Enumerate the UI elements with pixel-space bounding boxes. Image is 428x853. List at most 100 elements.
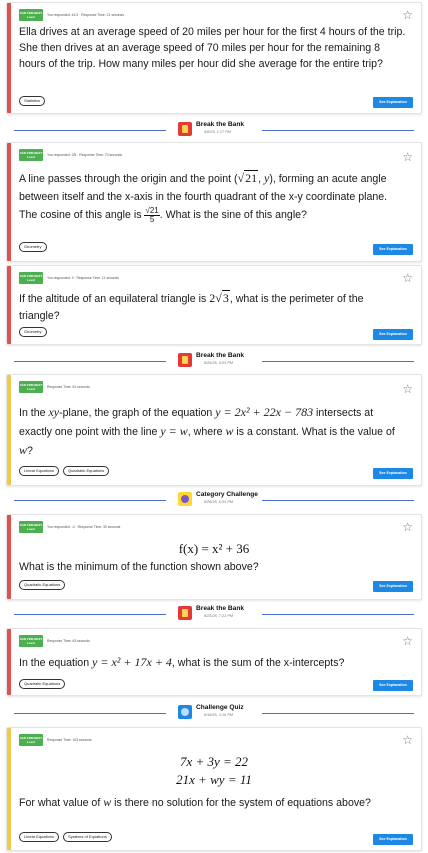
- star-outline-icon[interactable]: ☆: [402, 521, 413, 533]
- see-explanation-button[interactable]: See Explanation: [373, 680, 413, 691]
- equation-line: 7x + 3y = 22: [179, 754, 249, 769]
- star-outline-icon[interactable]: ☆: [402, 383, 413, 395]
- response-stats: You responded: 43.3 · Response Time: 21 …: [47, 12, 124, 17]
- response-stats: Response Time: 103 seconds: [47, 737, 92, 742]
- question-text: If the altitude of an equilateral triang…: [19, 290, 407, 325]
- divider-line: [14, 500, 166, 501]
- question-text-segment: , what is the sum of the x-intercepts?: [171, 657, 345, 669]
- question-text-segment: For what value of: [19, 797, 104, 809]
- response-stats: You responded: -4 · Response Time: 30 se…: [47, 524, 121, 529]
- response-meta: SAN FDM BEST Level Response Time: 63 sec…: [19, 635, 90, 647]
- star-outline-icon[interactable]: ☆: [402, 151, 413, 163]
- tag-geometry[interactable]: Geometry: [19, 242, 47, 252]
- tag-linear-equations[interactable]: Linear Equations: [19, 466, 60, 476]
- star-outline-icon[interactable]: ☆: [402, 9, 413, 21]
- level-badge: SAN FDM BEST Level: [19, 521, 43, 533]
- divider-line: [262, 130, 414, 131]
- see-explanation-button[interactable]: See Explanation: [373, 329, 413, 340]
- divider-line: [14, 130, 166, 131]
- question-card[interactable]: SAN FDM BEST Level You responded: 3 · Re…: [6, 265, 422, 345]
- math-equation: y = x² + 17x + 4: [92, 655, 172, 669]
- question-card[interactable]: SAN FDM BEST Level Response Time: 81 sec…: [6, 374, 422, 486]
- tag-statistics[interactable]: Statistics: [19, 96, 46, 106]
- tag-systems-of-equations[interactable]: Systems of Equations: [63, 832, 112, 842]
- star-outline-icon[interactable]: ☆: [402, 272, 413, 284]
- question-text: What is the minimum of the function show…: [19, 561, 259, 573]
- question-card[interactable]: SAN FDM BEST Level Response Time: 63 sec…: [6, 628, 422, 696]
- tag-list: Quadratic Equations: [19, 679, 66, 689]
- question-card[interactable]: SAN FDM BEST Level Response Time: 103 se…: [6, 727, 422, 851]
- sqrt-value: 3: [221, 290, 230, 305]
- tag-list: Geometry: [19, 242, 47, 252]
- card-accent-bar: [7, 629, 11, 695]
- divider-line: [14, 361, 166, 362]
- level-badge: SAN FDM BEST Level: [19, 734, 43, 746]
- question-card[interactable]: SAN FDM BEST Level You responded: 43.3 ·…: [6, 2, 422, 114]
- sqrt-value: 21: [244, 170, 259, 185]
- divider-date: 8/26/25, 5:33 PM: [204, 500, 233, 504]
- card-accent-bar: [7, 143, 11, 261]
- fraction-numerator: 21: [149, 205, 159, 215]
- response-meta: SAN FDM BEST Level Response Time: 103 se…: [19, 734, 92, 746]
- question-text: A line passes through the origin and the…: [19, 169, 407, 224]
- tag-geometry[interactable]: Geometry: [19, 327, 47, 337]
- divider-date: 8/25/25, 7:21 PM: [204, 614, 233, 618]
- response-meta: SAN FDM BEST Level You responded: 43.3 ·…: [19, 9, 124, 21]
- response-meta: SAN FDM BEST Level You responded: -4 · R…: [19, 521, 120, 533]
- card-accent-bar: [7, 728, 11, 850]
- divider-title: Category Challenge: [196, 491, 258, 498]
- divider-date: 9/8/25, 1:17 PM: [204, 130, 231, 134]
- question-text-segment: . What is the sine of this angle?: [159, 209, 307, 221]
- category-icon: [178, 492, 192, 506]
- response-stats: You responded: 3 · Response Time: 11 sec…: [47, 275, 120, 280]
- tag-list: Linear Equations Systems of Equations: [19, 832, 112, 842]
- card-accent-bar: [7, 3, 11, 113]
- response-meta: SAN FDM BEST Level You responded: 3 · Re…: [19, 272, 119, 284]
- see-explanation-button[interactable]: See Explanation: [373, 581, 413, 592]
- activity-divider: Break the Bank 9/8/25, 1:17 PM: [14, 120, 414, 140]
- question-card[interactable]: SAN FDM BEST Level You responded: -4 · R…: [6, 514, 422, 600]
- star-outline-icon[interactable]: ☆: [402, 734, 413, 746]
- tag-list: Linear Equations Quadratic Equations: [19, 466, 110, 476]
- activity-divider: Break the Bank 8/26/25, 6:03 PM: [14, 351, 414, 371]
- piggy-bank-icon: [178, 353, 192, 367]
- tag-quadratic-equations[interactable]: Quadratic Equations: [19, 679, 66, 689]
- activity-divider: Category Challenge 8/26/25, 5:33 PM: [14, 490, 414, 510]
- math-equation: 7x + 3y = 22: [7, 754, 421, 770]
- see-explanation-button[interactable]: See Explanation: [373, 244, 413, 255]
- math-equation: f(x) = x² + 36: [178, 541, 250, 556]
- tag-list: Statistics: [19, 96, 46, 106]
- divider-title: Break the Bank: [196, 605, 245, 612]
- star-outline-icon[interactable]: ☆: [402, 635, 413, 647]
- question-text-segment: In the equation: [19, 657, 93, 669]
- card-accent-bar: [7, 515, 11, 599]
- tag-quadratic-equations[interactable]: Quadratic Equations: [63, 466, 110, 476]
- level-badge: SAN FDM BEST Level: [19, 272, 43, 284]
- question-text-segment: , where: [187, 426, 226, 438]
- math-variable: w: [19, 443, 28, 457]
- question-text-segment: -plane, the graph of the equation: [59, 407, 216, 419]
- question-text: In the xy-plane, the graph of the equati…: [19, 403, 407, 460]
- level-badge: SAN FDM BEST Level: [19, 381, 43, 393]
- response-meta: SAN FDM BEST Level Response Time: 81 sec…: [19, 381, 90, 393]
- see-explanation-button[interactable]: See Explanation: [373, 97, 413, 108]
- math-equation: y = w: [160, 424, 188, 438]
- level-badge: SAN FDM BEST Level: [19, 9, 43, 21]
- divider-line: [14, 614, 166, 615]
- level-badge: SAN FDM BEST Level: [19, 635, 43, 647]
- tag-linear-equations[interactable]: Linear Equations: [19, 832, 60, 842]
- fraction-denominator: 5: [149, 214, 155, 224]
- see-explanation-button[interactable]: See Explanation: [373, 468, 413, 479]
- question-text-segment: is a constant. What is the value of: [233, 426, 395, 438]
- divider-line: [262, 500, 414, 501]
- response-stats: Response Time: 81 seconds: [47, 384, 90, 389]
- piggy-bank-icon: [178, 122, 192, 136]
- math-variable: xy: [48, 405, 60, 419]
- question-card[interactable]: SAN FDM BEST Level You responded: 2/5 · …: [6, 142, 422, 262]
- tag-quadratic-equations[interactable]: Quadratic Equations: [19, 580, 66, 590]
- question-text-segment: ?: [27, 445, 33, 457]
- question-text: For what value of w is there no solution…: [19, 794, 407, 812]
- divider-line: [14, 713, 166, 714]
- math-fraction: √21 5: [144, 205, 160, 224]
- see-explanation-button[interactable]: See Explanation: [373, 834, 413, 845]
